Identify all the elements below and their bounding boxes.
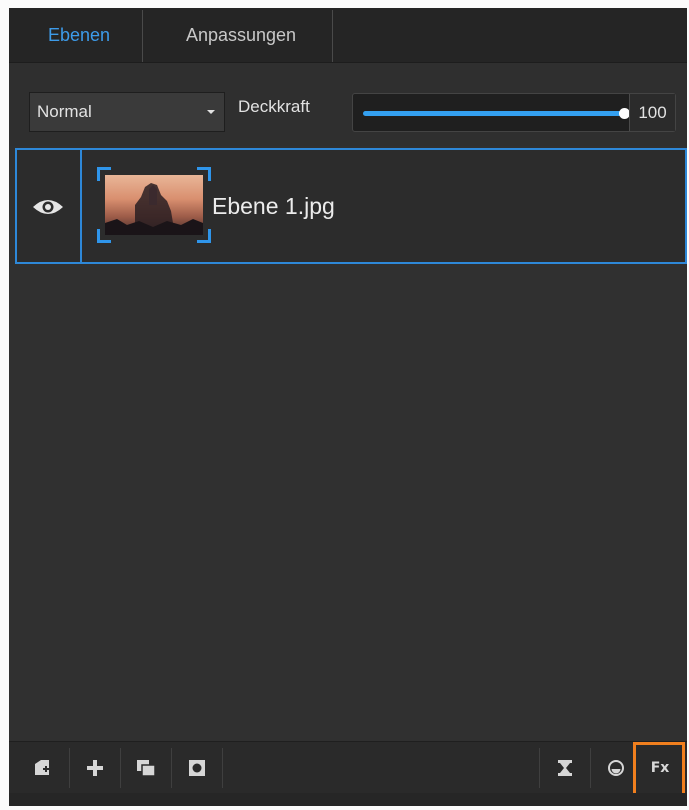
visibility-toggle[interactable]	[17, 150, 82, 262]
tab-bar: Ebenen Anpassungen	[9, 8, 687, 63]
merge-layers-button[interactable]	[540, 742, 590, 794]
opacity-value-field[interactable]: 100	[629, 94, 675, 131]
tab-anpassungen[interactable]: Anpassungen	[155, 8, 327, 63]
layer-thumbnail[interactable]	[97, 167, 211, 243]
layer-list: Ebene 1.jpg	[9, 146, 687, 741]
panel-bottom-edge	[9, 793, 687, 806]
blend-mode-value: Normal	[37, 102, 92, 121]
tab-ebenen[interactable]: Ebenen	[21, 8, 137, 63]
fx-highlight-box	[633, 742, 685, 800]
tab-divider	[142, 10, 143, 62]
mask-icon	[189, 760, 205, 776]
duplicate-layer-button[interactable]	[121, 742, 171, 794]
eye-icon	[33, 200, 63, 214]
blend-mode-select[interactable]: Normal	[29, 92, 225, 132]
add-mask-button[interactable]	[172, 742, 222, 794]
add-layer-button[interactable]	[70, 742, 120, 794]
new-layer-icon	[35, 760, 49, 775]
merge-icon	[558, 760, 572, 776]
toolbar-divider	[222, 748, 223, 788]
add-icon	[87, 760, 103, 776]
duplicate-layer-icon	[137, 760, 156, 777]
thumbnail-image	[105, 175, 203, 235]
layers-panel: Ebenen Anpassungen Normal Deckkraft 100	[9, 8, 687, 806]
layer-toolbar: Fx	[9, 741, 687, 800]
opacity-slider-fill	[363, 111, 625, 116]
chevron-down-icon	[207, 110, 215, 114]
layer-row[interactable]: Ebene 1.jpg	[15, 148, 687, 264]
tab-divider	[332, 10, 333, 62]
opacity-control: 100	[352, 93, 676, 132]
new-layer-button[interactable]	[17, 742, 67, 794]
opacity-label: Deckkraft	[238, 97, 310, 116]
adjust-icon	[608, 760, 624, 776]
layer-name[interactable]: Ebene 1.jpg	[212, 188, 335, 224]
opacity-slider[interactable]	[363, 108, 630, 119]
